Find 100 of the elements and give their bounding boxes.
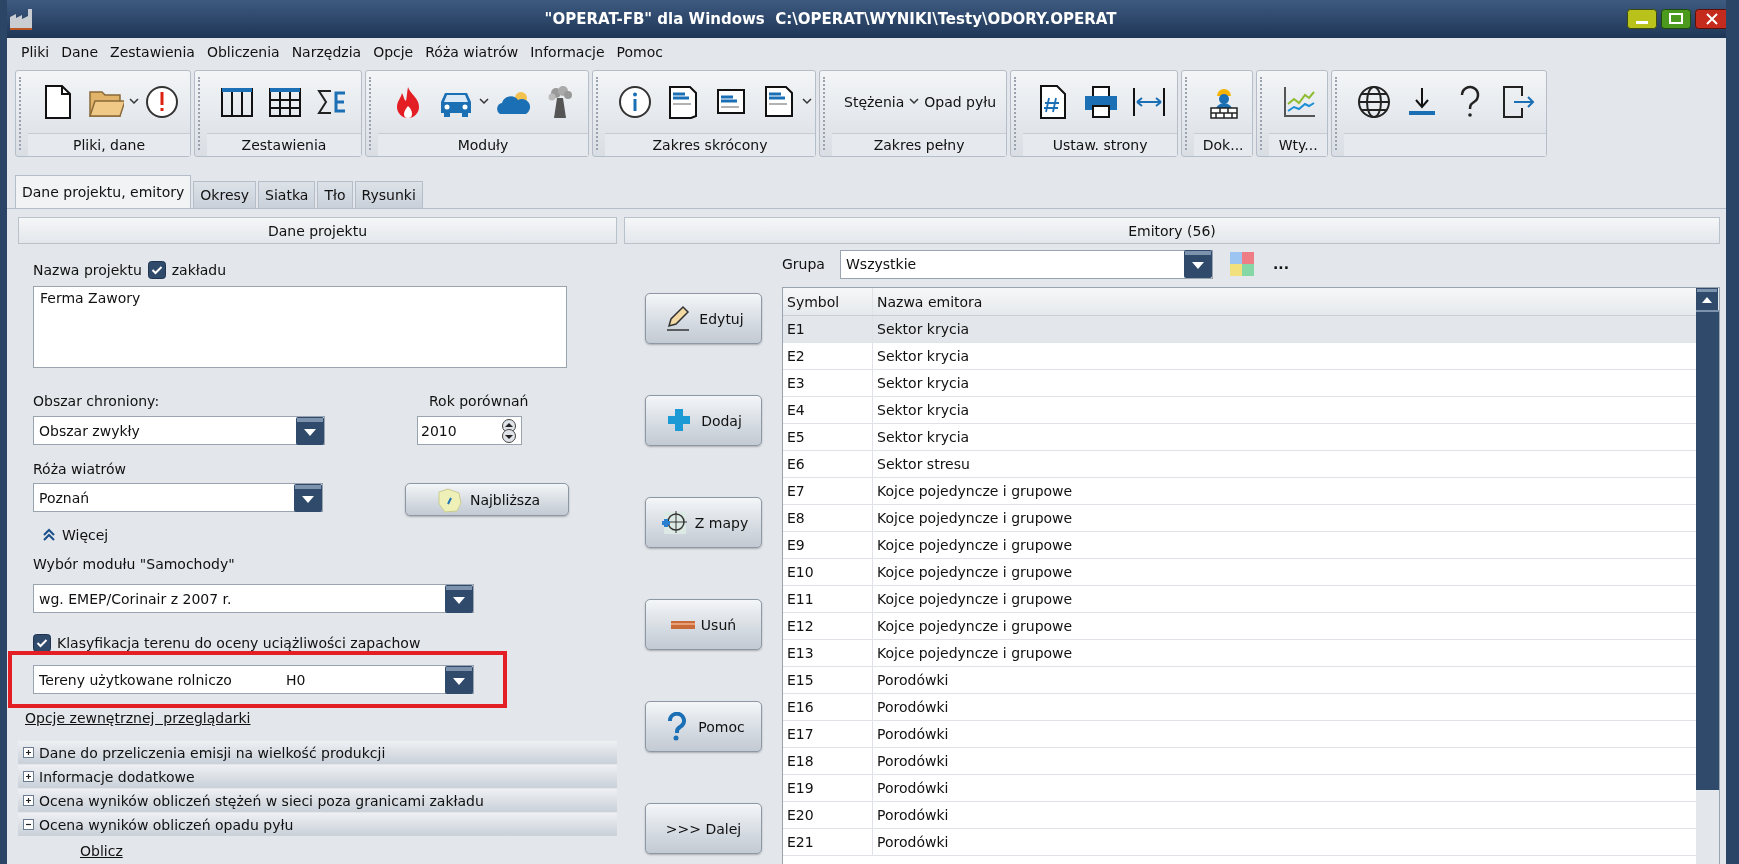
tab[interactable]: Siatka bbox=[258, 181, 316, 208]
menu-item[interactable]: Pomoc bbox=[610, 42, 669, 62]
minus-icon bbox=[670, 620, 695, 629]
scroll-up-button[interactable] bbox=[1696, 288, 1718, 310]
table-cell-text: Sektor krycia bbox=[876, 320, 971, 339]
link[interactable]: Oblicz bbox=[80, 843, 123, 859]
table-cell-text: Sektor krycia bbox=[876, 428, 971, 447]
table-row[interactable]: E10 Kojce pojedyncze i grupowe bbox=[783, 559, 1696, 586]
globe-icon[interactable] bbox=[1356, 84, 1393, 121]
tab[interactable]: Okresy bbox=[193, 181, 257, 208]
table-cell: E5 bbox=[783, 424, 873, 450]
menu-item[interactable]: Obliczenia bbox=[200, 42, 286, 62]
dropdown[interactable]: Obszar zwykły bbox=[33, 416, 325, 445]
table-row[interactable]: E2 Sektor krycia bbox=[783, 343, 1696, 370]
action-button[interactable]: Edytuj bbox=[645, 293, 762, 344]
table-cell-text: Kojce pojedyncze i grupowe bbox=[876, 617, 1074, 636]
table-cell-text: Kojce pojedyncze i grupowe bbox=[876, 536, 1074, 555]
table-cell: E11 bbox=[783, 586, 873, 612]
menu-item[interactable]: Narzędzia bbox=[285, 42, 368, 62]
expand-icon[interactable] bbox=[23, 747, 34, 758]
action-button[interactable]: Usuń bbox=[645, 599, 762, 650]
expand-icon[interactable] bbox=[23, 771, 34, 782]
action-button[interactable]: Dodaj bbox=[645, 395, 762, 446]
action-button[interactable]: >>> Dalej bbox=[645, 803, 762, 854]
table-cell: E1 bbox=[783, 316, 873, 342]
menu-item[interactable]: Informacje bbox=[524, 42, 611, 62]
table-cell: E4 bbox=[783, 397, 873, 423]
table-row[interactable]: E1 Sektor krycia bbox=[783, 316, 1696, 343]
dropdown[interactable]: wg. EMEP/Corinair z 2007 r. bbox=[33, 584, 474, 613]
action-button[interactable]: Z mapy bbox=[645, 497, 762, 548]
table-row[interactable]: E11 Kojce pojedyncze i grupowe bbox=[783, 586, 1696, 613]
table-row[interactable]: E20 Porodówki bbox=[783, 802, 1696, 829]
table-row[interactable]: E15 Porodówki bbox=[783, 667, 1696, 694]
toolbar-group-label: Pliki, dane bbox=[28, 133, 190, 156]
dropdown[interactable]: Tereny użytkowane rolniczo H0 bbox=[33, 665, 474, 694]
minimize-button[interactable] bbox=[1627, 9, 1657, 29]
close-button[interactable] bbox=[1695, 9, 1726, 29]
table-row[interactable]: E19 Porodówki bbox=[783, 775, 1696, 802]
spin-arrows-icon[interactable] bbox=[499, 418, 519, 443]
color-squares-icon[interactable] bbox=[1229, 251, 1255, 277]
alert-icon[interactable] bbox=[144, 84, 180, 121]
printer-icon[interactable] bbox=[1083, 84, 1120, 121]
dropdown[interactable]: Poznań bbox=[33, 483, 323, 512]
section-header[interactable]: Ocena wyników obliczeń opadu pyłu bbox=[18, 813, 617, 836]
info-icon[interactable] bbox=[617, 84, 653, 121]
table-row[interactable]: E3 Sektor krycia bbox=[783, 370, 1696, 397]
tab[interactable]: Rysunki bbox=[354, 181, 423, 208]
collapse-icon[interactable] bbox=[23, 819, 34, 830]
section-header[interactable]: Dane do przeliczenia emisji na wielkość produkcji bbox=[18, 741, 617, 764]
table-cell: E15 bbox=[783, 667, 873, 693]
table-row[interactable]: E13 Kojce pojedyncze i grupowe bbox=[783, 640, 1696, 667]
table-cell: E3 bbox=[783, 370, 873, 396]
panel-header: Emitory (56) bbox=[624, 217, 1720, 244]
table-row[interactable]: E6 Sektor stresu bbox=[783, 451, 1696, 478]
table-row[interactable]: E18 Porodówki bbox=[783, 748, 1696, 775]
tab[interactable]: Dane projektu, emitory bbox=[15, 175, 192, 208]
toolbar-group-label: Moduły bbox=[378, 133, 588, 156]
table-cell: E16 bbox=[783, 694, 873, 720]
text-area[interactable]: Ferma Zawory bbox=[33, 286, 567, 368]
section-header[interactable]: Informacje dodatkowe bbox=[18, 765, 617, 788]
menu-item[interactable]: Zestawienia bbox=[104, 42, 201, 62]
table-row[interactable]: E5 Sektor krycia bbox=[783, 424, 1696, 451]
table-cell-text: Kojce pojedyncze i grupowe bbox=[876, 482, 1074, 501]
table-cell-text: Sektor krycia bbox=[876, 374, 971, 393]
column-header[interactable]: Nazwa emitora bbox=[873, 288, 1696, 315]
table-row[interactable]: E17 Porodówki bbox=[783, 721, 1696, 748]
table-cell-text: Kojce pojedyncze i grupowe bbox=[876, 563, 1074, 582]
toggle-link[interactable]: Więcej bbox=[62, 527, 109, 543]
menu-item[interactable]: Opcje bbox=[367, 42, 420, 62]
checkbox[interactable] bbox=[147, 261, 166, 279]
toolbar-button[interactable]: Opad pyłu bbox=[924, 94, 997, 111]
table-row[interactable]: E16 Porodówki bbox=[783, 694, 1696, 721]
table-row[interactable]: E12 Kojce pojedyncze i grupowe bbox=[783, 613, 1696, 640]
exit-icon[interactable] bbox=[1500, 84, 1537, 121]
table-row[interactable]: E9 Kojce pojedyncze i grupowe bbox=[783, 532, 1696, 559]
tab[interactable]: Tło bbox=[317, 181, 353, 208]
table-row[interactable]: E21 Porodówki bbox=[783, 829, 1696, 856]
toolbar-button[interactable]: Stężenia bbox=[844, 94, 905, 111]
scroll-thumb[interactable] bbox=[1696, 310, 1719, 790]
dropdown[interactable]: Wszystkie bbox=[840, 249, 1213, 279]
column-header[interactable]: Symbol bbox=[783, 288, 873, 315]
table-row[interactable]: E8 Kojce pojedyncze i grupowe bbox=[783, 505, 1696, 532]
scrollbar[interactable] bbox=[1696, 288, 1719, 864]
menu-item[interactable]: Dane bbox=[55, 42, 105, 62]
table-row[interactable]: E7 Kojce pojedyncze i grupowe bbox=[783, 478, 1696, 505]
toolbar-group-label: Wty... bbox=[1269, 133, 1328, 156]
menu-item[interactable]: Pliki bbox=[15, 42, 56, 62]
more-button[interactable]: ... bbox=[1273, 256, 1289, 272]
field-label: Obszar chroniony: bbox=[33, 393, 161, 409]
collapse-icon[interactable] bbox=[42, 528, 56, 542]
table-row[interactable]: E4 Sektor krycia bbox=[783, 397, 1696, 424]
nearest-button[interactable]: Najbliższa bbox=[405, 483, 569, 516]
checkbox[interactable] bbox=[33, 634, 51, 652]
maximize-button[interactable] bbox=[1661, 9, 1691, 29]
link[interactable]: Opcje zewnętrznej przeglądarki bbox=[25, 710, 251, 726]
spin-field[interactable]: 2010 bbox=[417, 416, 522, 445]
expand-icon[interactable] bbox=[23, 795, 34, 806]
menu-item[interactable]: Róża wiatrów bbox=[419, 42, 525, 62]
section-header[interactable]: Ocena wyników obliczeń stężeń w sieci poza granicami zakładu bbox=[18, 789, 617, 812]
action-button[interactable]: Pomoc bbox=[645, 701, 762, 752]
